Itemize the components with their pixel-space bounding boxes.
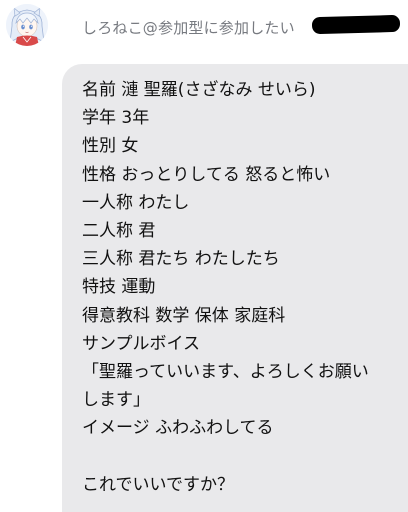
message-line-first-person: 一人称 わたし <box>82 192 190 213</box>
message-line-subjects: 得意教科 数学 保体 家庭科 <box>82 305 286 326</box>
chat-screen: しろねこ@参加型に参加したい 名前 漣 聖羅(さざなみ せいら) 学年 3年 性… <box>0 0 408 512</box>
message-line-second-person: 二人称 君 <box>82 221 156 242</box>
sender-name[interactable]: しろねこ@参加型に参加したい <box>82 17 295 38</box>
message-line-gender: 性別 女 <box>82 136 139 157</box>
message-line-question: これでいいですか？ <box>82 474 234 495</box>
message-text: 名前 漣 聖羅(さざなみ せいら) 学年 3年 性別 女 性格 おっとりしてる … <box>82 76 402 499</box>
sender-header: しろねこ@参加型に参加したい <box>82 14 295 40</box>
message-line-image: イメージ ふわふわしてる <box>82 418 274 439</box>
message-line-personality: 性格 おっとりしてる 怒ると怖い <box>82 164 331 185</box>
sender-avatar-icon[interactable] <box>6 4 48 46</box>
redaction-mark <box>311 14 401 35</box>
message-line-grade: 学年 3年 <box>82 108 150 129</box>
message-line-sample-voice-label: サンプルボイス <box>82 333 200 354</box>
message-line-third-person: 三人称 君たち わたしたち <box>82 249 280 270</box>
message-line-skill: 特技 運動 <box>82 277 156 298</box>
message-line-sample-voice-1: 「聖羅っていいます、よろしくお願い <box>82 362 369 383</box>
message-line-sample-voice-2: します」 <box>82 390 150 411</box>
message-line-blank <box>82 443 402 471</box>
message-line-name: 名前 漣 聖羅(さざなみ せいら) <box>82 80 316 100</box>
